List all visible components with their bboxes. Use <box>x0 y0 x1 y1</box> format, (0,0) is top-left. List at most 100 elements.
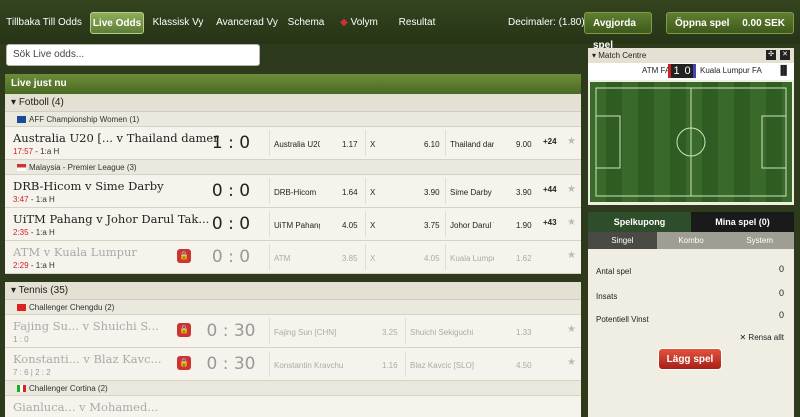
odds-away: Blaz Kavcic [SLO] 4.50 <box>405 351 539 377</box>
match-teams[interactable]: Fajing Su... v Shuichi S... <box>13 319 159 333</box>
away-score: 0 <box>682 64 696 78</box>
odds-away[interactable]: Johor Darul T 1.90 <box>445 211 539 237</box>
open-bets-label: Öppna spel <box>675 18 730 29</box>
match-row[interactable]: Fajing Su... v Shuichi S... 1 : 0 🔒 0 : … <box>5 315 581 348</box>
match-centre-header: ▾ Match Centre ✣ ✕ <box>588 48 794 63</box>
stats-icon[interactable]: ▐▌ <box>777 65 790 75</box>
potential-win-label: Potentiell Vinst <box>596 315 649 324</box>
lock-icon: 🔒 <box>177 323 191 337</box>
match-teams[interactable]: ATM v Kuala Lumpur <box>13 245 137 259</box>
favorite-star-icon[interactable]: ★ <box>567 217 576 228</box>
more-markets[interactable]: +43 <box>543 218 557 227</box>
league-header[interactable]: Challenger Chengdu (2) <box>5 300 581 315</box>
match-row[interactable]: Australia U20 [... v Thailand damer 17:5… <box>5 127 581 160</box>
settled-bets-button[interactable]: Avgjorda spel <box>584 12 652 51</box>
odds-away: Kuala Lumpu 1.62 <box>445 244 539 270</box>
odds-home[interactable]: DRB-Hicom 1.64 <box>269 178 365 204</box>
sport-header-football[interactable]: ▾ Fotboll (4) <box>5 94 581 112</box>
place-bet-button[interactable]: Lägg spel <box>658 348 722 370</box>
match-centre: ▾ Match Centre ✣ ✕ ATM FA 1 0 Kuala Lump… <box>588 48 794 205</box>
match-teams[interactable]: Australia U20 [... v Thailand damer <box>13 131 219 145</box>
more-markets[interactable]: +24 <box>543 137 557 146</box>
league-header[interactable]: Challenger Cortina (2) <box>5 381 581 396</box>
flag-icon <box>17 116 26 123</box>
match-teams[interactable]: Konstanti... v Blaz Kavc... <box>13 352 162 366</box>
draw-label: X <box>370 254 376 263</box>
advanced-view-tab[interactable]: Avancerad Vy <box>212 12 282 34</box>
clear-all-link[interactable]: ✕ Rensa allt <box>739 333 784 342</box>
decimal-selector[interactable]: Decimaler: (1.80) <box>508 12 585 34</box>
draw-odds: 6.10 <box>424 140 440 149</box>
odds-home[interactable]: Australia U20 1.17 <box>269 130 365 156</box>
match-score: 1 : 0 <box>211 133 251 153</box>
home-score: 1 <box>668 64 682 78</box>
league-header[interactable]: Malaysia - Premier League (3) <box>5 160 581 175</box>
match-teams[interactable]: Gianluca... v Mohamed... <box>13 400 158 414</box>
match-time: 17:57 <box>13 147 34 156</box>
odds-home[interactable]: UiTM Pahang 4.05 <box>269 211 365 237</box>
close-icon[interactable]: ✕ <box>780 50 790 60</box>
odds-home: Konstantin Kravchu 1.16 <box>269 351 405 377</box>
away-odds: 1.33 <box>516 328 532 337</box>
away-odds: 9.00 <box>516 140 532 149</box>
odds-draw[interactable]: X 3.75 <box>365 211 445 237</box>
schedule-tab[interactable]: Schema <box>284 12 328 34</box>
match-teams[interactable]: DRB-Hicom v Sime Darby <box>13 179 164 193</box>
match-teams[interactable]: UiTM Pahang v Johor Darul Tak... <box>13 212 209 226</box>
more-markets[interactable]: +44 <box>543 185 557 194</box>
odds-away[interactable]: Sime Darby 3.90 <box>445 178 539 204</box>
home-odds: 4.05 <box>342 221 358 230</box>
clear-all-label: Rensa allt <box>748 333 784 342</box>
stake-value: 0 <box>778 288 784 298</box>
search-input[interactable]: Sök Live odds... <box>6 44 260 66</box>
results-tab[interactable]: Resultat <box>392 12 442 34</box>
scoreboard: ATM FA 1 0 Kuala Lumpur FA ▐▌ <box>588 63 794 80</box>
match-row[interactable]: ATM v Kuala Lumpur 2:29 - 1:a H 🔒 0 : 0 … <box>5 241 581 274</box>
tab-bet-slip[interactable]: Spelkupong <box>588 212 691 232</box>
live-odds-tab[interactable]: Live Odds <box>90 12 144 34</box>
open-bets-button[interactable]: Öppna spel 0.00 SEK <box>666 12 794 34</box>
home-player: Konstantin Kravchu <box>274 361 344 370</box>
odds-draw[interactable]: X 3.90 <box>365 178 445 204</box>
volume-tab[interactable]: ◆ Volym <box>336 12 382 34</box>
odds-away[interactable]: Thailand dam 9.00 <box>445 130 539 156</box>
match-sets: 7 : 6 | 2 : 2 <box>13 368 51 377</box>
match-time: 3:47 <box>13 195 29 204</box>
league-header[interactable]: AFF Championship Women (1) <box>5 112 581 127</box>
tab-single[interactable]: Singel <box>588 232 657 249</box>
odds-draw[interactable]: X 6.10 <box>365 130 445 156</box>
pin-icon[interactable]: ✣ <box>766 50 776 60</box>
match-score: 0 : 30 <box>206 321 256 341</box>
match-row[interactable]: Konstanti... v Blaz Kavc... 7 : 6 | 2 : … <box>5 348 581 381</box>
favorite-star-icon[interactable]: ★ <box>567 250 576 261</box>
away-player: Blaz Kavcic [SLO] <box>410 361 475 370</box>
match-row[interactable]: DRB-Hicom v Sime Darby 3:47 - 1:a H 0 : … <box>5 175 581 208</box>
sport-header-tennis[interactable]: ▾ Tennis (35) <box>5 282 581 300</box>
tab-my-bets[interactable]: Mina spel (0) <box>691 212 794 232</box>
search-placeholder: Sök Live odds... <box>13 49 85 60</box>
favorite-star-icon[interactable]: ★ <box>567 184 576 195</box>
favorite-star-icon[interactable]: ★ <box>567 324 576 335</box>
match-row[interactable]: UiTM Pahang v Johor Darul Tak... 2:35 - … <box>5 208 581 241</box>
favorite-star-icon[interactable]: ★ <box>567 357 576 368</box>
away-player: Shuichi Sekiguchi <box>410 328 474 337</box>
match-sets: 1 : 0 <box>13 335 29 344</box>
match-row[interactable]: Gianluca... v Mohamed... <box>5 396 581 417</box>
flag-icon <box>17 164 26 171</box>
classic-view-tab[interactable]: Klassisk Vy <box>150 12 206 34</box>
odds-home: Fajing Sun [CHN] 3.25 <box>269 318 405 344</box>
tab-combo[interactable]: Kombo <box>656 232 726 249</box>
favorite-star-icon[interactable]: ★ <box>567 136 576 147</box>
match-half: - 1:a H <box>35 147 60 156</box>
count-value: 0 <box>778 264 784 274</box>
tab-system[interactable]: System <box>725 232 795 249</box>
count-label: Antal spel <box>596 267 632 276</box>
back-to-odds-tab[interactable]: Tillbaka Till Odds <box>4 12 84 34</box>
volume-icon: ◆ <box>340 17 348 28</box>
sport-name: Tennis (35) <box>18 285 69 296</box>
live-header: Live just nu <box>5 74 581 94</box>
close-icon: ✕ <box>739 333 747 342</box>
match-score: 0 : 0 <box>211 247 251 267</box>
draw-label: X <box>370 188 376 197</box>
draw-label: X <box>370 221 376 230</box>
